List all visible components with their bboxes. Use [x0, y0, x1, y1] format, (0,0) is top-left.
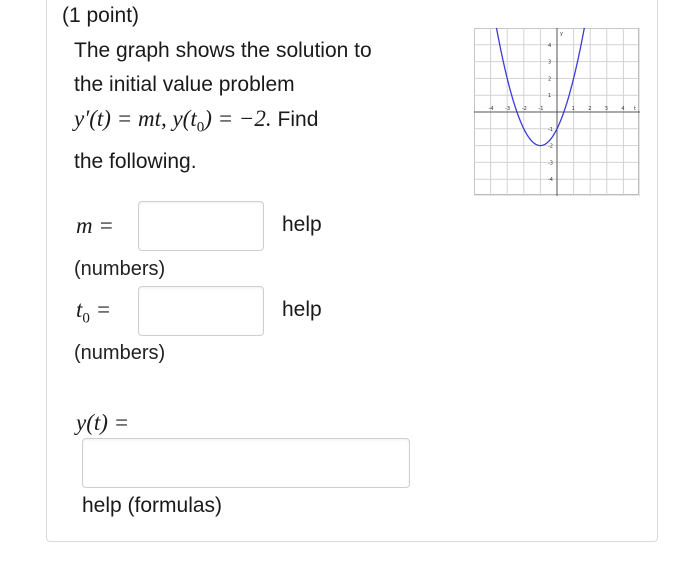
m-input[interactable]	[138, 201, 264, 251]
x-tick-label: -4	[489, 106, 494, 112]
y-tick-label: -3	[548, 160, 553, 166]
x-tick-label: -1	[538, 106, 543, 112]
m-label: m =	[76, 213, 114, 238]
y-tick-label: 3	[548, 60, 551, 66]
t0-numbers-hint: (numbers)	[74, 342, 166, 364]
t0-label: t0 =	[76, 297, 112, 327]
x-axis-label: t	[634, 106, 636, 112]
t0-help-link[interactable]: help	[282, 298, 322, 322]
m-help-link[interactable]: help	[282, 213, 322, 237]
x-tick-label: 2	[588, 106, 591, 112]
formulas-help-link[interactable]: help (formulas)	[82, 494, 222, 518]
y-tick-label: 2	[548, 76, 551, 82]
find-text: Find	[277, 108, 319, 131]
points-label: (1 point)	[62, 4, 140, 27]
problem-line-3: y′(t) = mt, y(t0) = −2. Find	[74, 102, 372, 145]
y-tick-label: 4	[548, 43, 551, 49]
y-tick-label: 1	[548, 93, 551, 99]
problem-statement: The graph shows the solution to the init…	[74, 34, 372, 179]
x-tick-label: 1	[572, 106, 575, 112]
t0-input[interactable]	[138, 286, 264, 336]
problem-line-2: the initial value problem	[74, 73, 295, 96]
yt-label: y(t) =	[76, 410, 130, 435]
x-tick-label: 4	[621, 106, 624, 112]
yt-input[interactable]	[82, 438, 410, 488]
y-tick-label: -1	[548, 127, 553, 133]
solution-graph: -4 -3 -2 -1 1 2 3 4 4 3 2 1 -1 -2 -3 -4 y t	[474, 28, 640, 196]
problem-line-1: The graph shows the solution to	[74, 39, 372, 62]
ivp-equation: y′(t) = mt, y(t0) = −2.	[74, 106, 272, 136]
y-tick-label: -4	[548, 177, 553, 183]
problem-line-4: the following.	[74, 149, 197, 173]
m-numbers-hint: (numbers)	[74, 258, 166, 280]
x-tick-label: 3	[605, 106, 608, 112]
x-tick-label: -2	[522, 106, 527, 112]
y-tick-label: -2	[548, 144, 553, 150]
y-axis-label: y	[560, 31, 563, 37]
x-tick-label: -3	[505, 106, 510, 112]
